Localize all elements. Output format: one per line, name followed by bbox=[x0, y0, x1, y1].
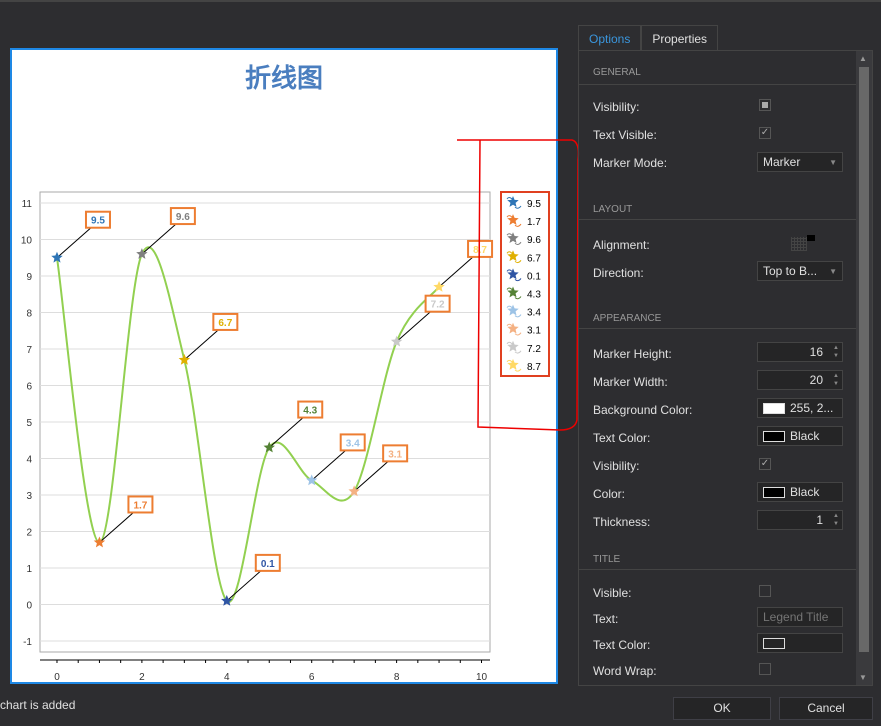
y-tick-label: 3 bbox=[26, 491, 32, 502]
legend-entry: 0.1 bbox=[527, 271, 541, 282]
marker-mode-label: Marker Mode: bbox=[593, 156, 668, 170]
legend-entry: 7.2 bbox=[527, 344, 541, 355]
data-label: 0.1 bbox=[261, 559, 275, 570]
marker-mode-select[interactable]: Marker ▼ bbox=[757, 152, 843, 172]
line-visibility-checkbox[interactable]: ✓ bbox=[759, 458, 771, 470]
y-tick-label: 9 bbox=[26, 272, 32, 283]
y-tick-label: 0 bbox=[26, 601, 32, 612]
x-tick-label: 0 bbox=[54, 672, 60, 682]
text-visible-label: Text Visible: bbox=[593, 128, 657, 142]
tab-options[interactable]: Options bbox=[578, 25, 642, 51]
title-text-input[interactable] bbox=[757, 607, 843, 627]
marker-width-label: Marker Width: bbox=[593, 375, 668, 389]
y-tick-label: 10 bbox=[21, 235, 33, 246]
title-visible-checkbox[interactable] bbox=[759, 585, 771, 597]
legend-entry: 1.7 bbox=[527, 217, 541, 228]
tab-properties[interactable]: Properties bbox=[641, 25, 719, 51]
chart-preview: 折线图 -1 0 1 2 3 4 5 6 7 8 9 10 11 0 2 4 6 8 10 9.5 1.7 9.6 6.7 0.… bbox=[10, 48, 558, 684]
direction-label: Direction: bbox=[593, 266, 644, 280]
y-tick-label: 8 bbox=[26, 308, 32, 319]
legend-entry: 8.7 bbox=[527, 362, 541, 373]
title-text-label: Text: bbox=[593, 612, 619, 626]
ok-button[interactable]: OK bbox=[673, 697, 771, 720]
background-color-label: Background Color: bbox=[593, 403, 693, 417]
line-chart: 折线图 -1 0 1 2 3 4 5 6 7 8 9 10 11 0 2 4 6 8 10 9.5 1.7 9.6 6.7 0.… bbox=[21, 63, 550, 682]
legend-entry: 3.4 bbox=[527, 308, 541, 319]
legend-entry: 9.6 bbox=[527, 235, 541, 246]
section-title: TITLE bbox=[593, 554, 621, 565]
legend-entry: 4.3 bbox=[527, 290, 541, 301]
data-label: 4.3 bbox=[303, 406, 317, 417]
legend-box bbox=[500, 191, 550, 377]
line-visibility-label: Visibility: bbox=[593, 459, 640, 473]
data-label: 3.1 bbox=[388, 449, 402, 460]
text-color-picker[interactable]: Black bbox=[757, 426, 843, 446]
x-tick-label: 6 bbox=[309, 672, 315, 682]
scroll-up-icon[interactable]: ▲ bbox=[859, 54, 867, 63]
color-picker[interactable]: Black bbox=[757, 482, 843, 502]
data-label: 6.7 bbox=[218, 318, 232, 329]
y-tick-label: 2 bbox=[26, 528, 32, 539]
alignment-grid-icon[interactable] bbox=[791, 235, 815, 251]
data-label: 9.6 bbox=[176, 212, 190, 223]
thickness-stepper[interactable]: 1 ▲ ▼ bbox=[757, 510, 843, 530]
thickness-label: Thickness: bbox=[593, 515, 651, 529]
title-text-color-label: Text Color: bbox=[593, 638, 651, 652]
data-label: 1.7 bbox=[133, 500, 147, 511]
background-color-picker[interactable]: 255, 2... bbox=[757, 398, 843, 418]
y-tick-label: 5 bbox=[26, 418, 32, 429]
data-label: 7.2 bbox=[431, 300, 445, 311]
y-tick-label: 1 bbox=[26, 564, 32, 575]
text-color-label: Text Color: bbox=[593, 431, 651, 445]
data-label: 3.4 bbox=[346, 438, 360, 449]
marker-height-stepper[interactable]: 16 ▲ ▼ bbox=[757, 342, 843, 362]
y-tick-label: 7 bbox=[26, 345, 32, 356]
visibility-label: Visibility: bbox=[593, 100, 640, 114]
word-wrap-checkbox[interactable] bbox=[759, 663, 771, 675]
y-tick-label: 6 bbox=[26, 381, 32, 392]
word-wrap-label: Word Wrap: bbox=[593, 664, 657, 678]
y-tick-label: 11 bbox=[22, 199, 33, 210]
scroll-down-icon[interactable]: ▼ bbox=[859, 673, 867, 682]
color-label: Color: bbox=[593, 487, 626, 501]
title-text-color-picker[interactable] bbox=[757, 633, 843, 653]
direction-select[interactable]: Top to B... ▼ bbox=[757, 261, 843, 281]
chevron-down-icon: ▼ bbox=[829, 157, 837, 167]
section-layout: LAYOUT bbox=[593, 204, 633, 215]
scrollbar[interactable]: ▲ ▼ bbox=[856, 51, 872, 685]
legend-entry: 6.7 bbox=[527, 253, 541, 264]
alignment-label: Alignment: bbox=[593, 238, 650, 252]
y-tick-label: -1 bbox=[23, 637, 32, 648]
chart-title: 折线图 bbox=[245, 63, 323, 93]
chevron-down-icon: ▼ bbox=[829, 266, 837, 276]
visibility-checkbox[interactable] bbox=[759, 99, 771, 111]
legend-entry: 3.1 bbox=[527, 326, 541, 337]
top-divider bbox=[0, 0, 881, 2]
section-general: GENERAL bbox=[593, 67, 641, 78]
options-panel: GENERAL Visibility: Text Visible: ✓ Mark… bbox=[578, 50, 873, 686]
title-visible-label: Visible: bbox=[593, 586, 632, 600]
legend-entry: 9.5 bbox=[527, 199, 541, 210]
data-label: 8.7 bbox=[473, 245, 487, 256]
text-visible-checkbox[interactable]: ✓ bbox=[759, 127, 771, 139]
x-tick-label: 8 bbox=[394, 672, 400, 682]
marker-height-label: Marker Height: bbox=[593, 347, 672, 361]
x-tick-label: 2 bbox=[139, 672, 145, 682]
x-tick-label: 4 bbox=[224, 672, 230, 682]
marker-width-stepper[interactable]: 20 ▲ ▼ bbox=[757, 370, 843, 390]
status-text: chart is added bbox=[0, 698, 76, 712]
y-tick-label: 4 bbox=[26, 455, 32, 466]
cancel-button[interactable]: Cancel bbox=[779, 697, 873, 720]
scrollbar-thumb[interactable] bbox=[859, 67, 869, 652]
section-appearance: APPEARANCE bbox=[593, 313, 662, 324]
x-tick-label: 10 bbox=[476, 672, 488, 682]
data-label: 9.5 bbox=[91, 216, 105, 227]
